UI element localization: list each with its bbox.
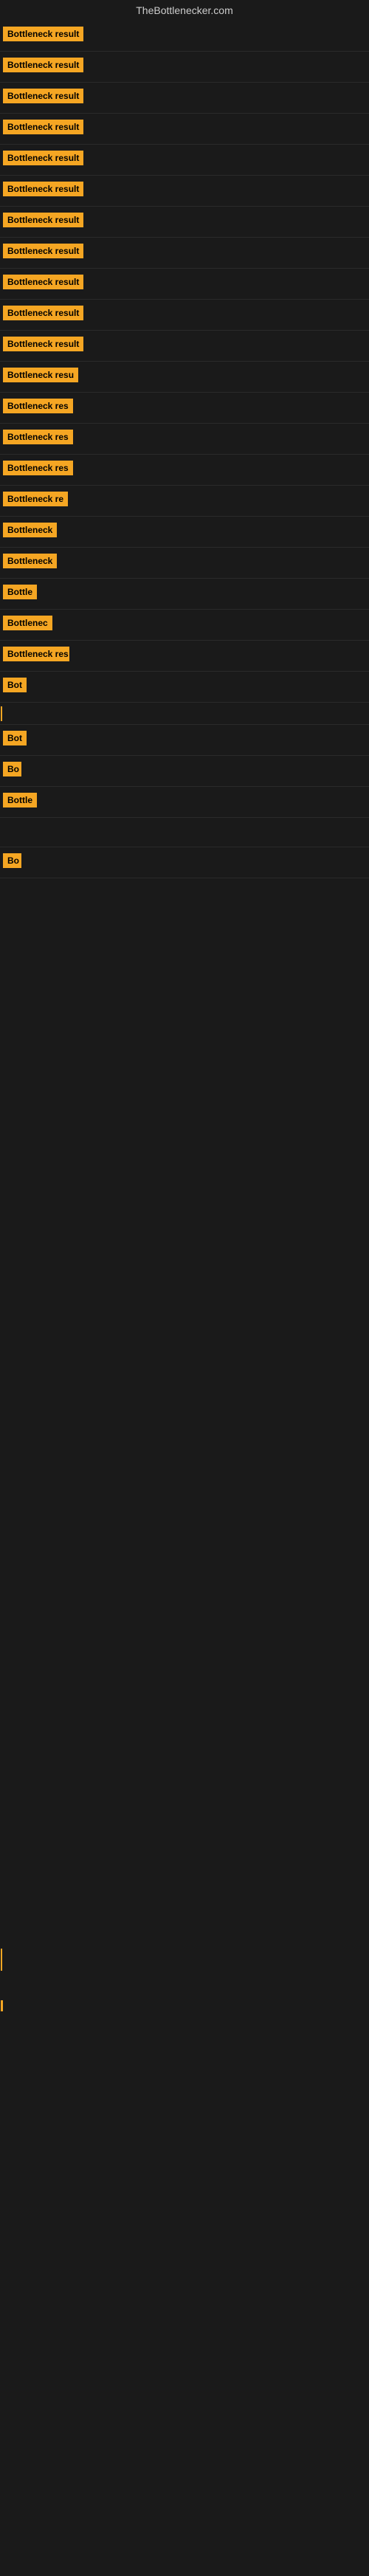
bottleneck-badge: Bottleneck result bbox=[3, 275, 83, 289]
result-row: Bottleneck resu bbox=[0, 362, 369, 393]
bottleneck-badge: Bottleneck result bbox=[3, 306, 83, 320]
result-row: Bottleneck bbox=[0, 517, 369, 548]
result-row: Bottleneck result bbox=[0, 52, 369, 83]
bottleneck-badge: Bottleneck res bbox=[3, 399, 73, 413]
bottleneck-badge: Bottleneck result bbox=[3, 244, 83, 258]
result-row: Bot bbox=[0, 725, 369, 756]
result-row: Bottleneck result bbox=[0, 83, 369, 114]
bottleneck-badge: Bottleneck result bbox=[3, 213, 83, 227]
result-row: Bottleneck res bbox=[0, 393, 369, 424]
result-row: Bottleneck res bbox=[0, 455, 369, 486]
result-row: Bottleneck res bbox=[0, 424, 369, 455]
vertical-bar-indicator bbox=[1, 706, 2, 721]
bottleneck-badge: Bottle bbox=[3, 793, 37, 807]
result-row: Bottleneck res bbox=[0, 641, 369, 672]
result-row: Bottleneck result bbox=[0, 145, 369, 176]
bottleneck-badge: Bottlenec bbox=[3, 616, 52, 630]
result-row: Bottlenec bbox=[0, 610, 369, 641]
result-row: Bottleneck result bbox=[0, 238, 369, 269]
bottleneck-badge: Bottleneck re bbox=[3, 492, 68, 506]
empty-space bbox=[0, 878, 369, 1321]
result-row bbox=[0, 703, 369, 725]
result-row: Bottle bbox=[0, 579, 369, 610]
result-row bbox=[0, 818, 369, 847]
bottleneck-badge: Bottleneck result bbox=[3, 151, 83, 165]
result-row: Bottleneck result bbox=[0, 269, 369, 300]
bottleneck-badge: Bottleneck bbox=[3, 554, 57, 568]
result-row: Bo bbox=[0, 847, 369, 878]
bottleneck-badge: Bottleneck result bbox=[3, 182, 83, 196]
bottom-section bbox=[0, 1912, 369, 2207]
bottleneck-badge: Bottleneck result bbox=[3, 120, 83, 134]
bottleneck-badge: Bottleneck res bbox=[3, 430, 73, 444]
bottleneck-badge: Bot bbox=[3, 678, 27, 692]
vertical-bar-bottom-1 bbox=[1, 1949, 2, 1971]
result-row: Bottleneck result bbox=[0, 21, 369, 52]
final-space bbox=[0, 2207, 369, 2576]
result-row: Bottle bbox=[0, 787, 369, 818]
bottleneck-badge: Bottleneck result bbox=[3, 89, 83, 103]
bottleneck-badge: Bo bbox=[3, 762, 21, 776]
bottleneck-badge: Bottleneck bbox=[3, 523, 57, 537]
bottleneck-badge: Bottleneck result bbox=[3, 27, 83, 41]
result-row: Bottleneck result bbox=[0, 207, 369, 238]
site-title: TheBottlenecker.com bbox=[0, 0, 369, 19]
result-row: Bottleneck result bbox=[0, 114, 369, 145]
vertical-bar-bottom-2 bbox=[1, 2000, 3, 2011]
bottleneck-badge: Bottleneck resu bbox=[3, 368, 78, 382]
result-row: Bottleneck re bbox=[0, 486, 369, 517]
bottleneck-badge: Bottle bbox=[3, 585, 37, 599]
bottleneck-badge: Bottleneck res bbox=[3, 647, 69, 661]
bottleneck-badge: Bot bbox=[3, 731, 27, 745]
bottleneck-badge: Bo bbox=[3, 853, 21, 868]
result-row: Bottleneck result bbox=[0, 176, 369, 207]
result-row: Bottleneck result bbox=[0, 331, 369, 362]
bottleneck-badge: Bottleneck result bbox=[3, 337, 83, 351]
result-row: Bo bbox=[0, 756, 369, 787]
page-container: TheBottlenecker.com Bottleneck result Bo… bbox=[0, 0, 369, 2576]
empty-space-2 bbox=[0, 1321, 369, 1912]
bottleneck-badge: Bottleneck result bbox=[3, 58, 83, 72]
result-row: Bottleneck result bbox=[0, 300, 369, 331]
result-row: Bot bbox=[0, 672, 369, 703]
result-row: Bottleneck bbox=[0, 548, 369, 579]
bottleneck-badge: Bottleneck res bbox=[3, 461, 73, 475]
